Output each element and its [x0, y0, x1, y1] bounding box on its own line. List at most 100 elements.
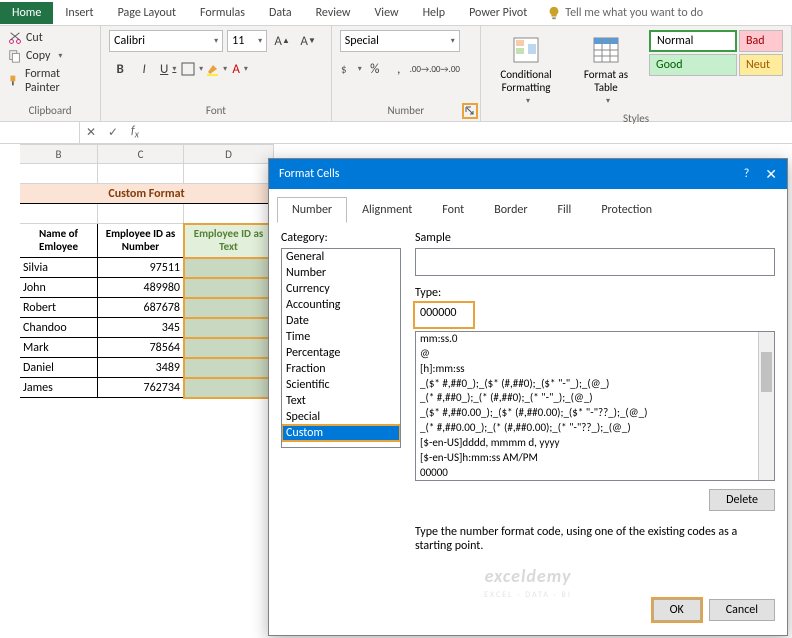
decrease-font-button[interactable]: A▼	[297, 30, 319, 52]
cell[interactable]: 78564	[98, 338, 184, 358]
cell[interactable]: 97511	[98, 258, 184, 278]
tab-insert[interactable]: Insert	[53, 2, 105, 24]
cancel-formula-button[interactable]: ✕	[80, 125, 102, 140]
cell[interactable]: Mark	[20, 338, 98, 358]
cell[interactable]: Silvia	[20, 258, 98, 278]
cell[interactable]	[20, 204, 98, 224]
cell[interactable]: John	[20, 278, 98, 298]
tab-view[interactable]: View	[363, 2, 411, 24]
dlgtab-font[interactable]: Font	[427, 197, 479, 223]
type-item[interactable]: _($* #,##0_);_($* (#,##0);_($* "-"_);_(@…	[416, 377, 774, 392]
increase-font-button[interactable]: A▲	[271, 30, 293, 52]
type-item[interactable]: 00000	[416, 466, 774, 481]
number-format-combo[interactable]: Special▾	[340, 30, 460, 52]
number-dialog-launcher[interactable]	[462, 103, 478, 119]
tab-review[interactable]: Review	[304, 2, 363, 24]
tab-formulas[interactable]: Formulas	[188, 2, 257, 24]
cell[interactable]	[184, 298, 274, 318]
cell[interactable]	[20, 164, 98, 184]
fx-button[interactable]: fx	[124, 124, 146, 140]
style-good[interactable]: Good	[649, 54, 737, 76]
category-item[interactable]: General	[282, 249, 400, 265]
delete-button[interactable]: Delete	[709, 489, 775, 511]
close-button[interactable]: ✕	[765, 166, 777, 183]
header-name[interactable]: Name of Emloyee	[20, 224, 98, 258]
bold-button[interactable]: B	[109, 58, 131, 80]
cell[interactable]: 762734	[98, 378, 184, 398]
tab-home[interactable]: Home	[0, 2, 53, 24]
copy-button[interactable]: Copy▾	[8, 48, 92, 64]
type-list[interactable]: mm:ss.0@[h]:mm:ss_($* #,##0_);_($* (#,##…	[415, 331, 775, 481]
cell[interactable]	[184, 318, 274, 338]
enter-formula-button[interactable]: ✓	[102, 125, 124, 140]
category-item[interactable]: Special	[282, 409, 400, 425]
cell[interactable]: 687678	[98, 298, 184, 318]
percent-button[interactable]: %	[364, 58, 386, 80]
cell[interactable]: 345	[98, 318, 184, 338]
style-neutral[interactable]: Neut	[739, 54, 783, 76]
type-item[interactable]: 000-00-0000	[416, 480, 774, 481]
dlgtab-number[interactable]: Number	[277, 197, 347, 223]
scrollbar-thumb[interactable]	[761, 352, 772, 392]
category-item[interactable]: Custom	[282, 425, 400, 441]
category-item[interactable]: Percentage	[282, 345, 400, 361]
tab-pagelayout[interactable]: Page Layout	[106, 2, 188, 24]
cell[interactable]: Robert	[20, 298, 98, 318]
category-item[interactable]: Date	[282, 313, 400, 329]
increase-decimal-button[interactable]: .00→.0	[412, 58, 434, 80]
category-item[interactable]: Time	[282, 329, 400, 345]
cell[interactable]	[184, 164, 274, 184]
comma-button[interactable]: ,	[388, 58, 410, 80]
cell[interactable]: 3489	[98, 358, 184, 378]
cell[interactable]: James	[20, 378, 98, 398]
tab-help[interactable]: Help	[411, 2, 458, 24]
cell[interactable]	[184, 278, 274, 298]
cut-button[interactable]: Cut	[8, 30, 92, 46]
type-item[interactable]: _(* #,##0_);_(* (#,##0);_(* "-"_);_(@_)	[416, 391, 774, 406]
fontcolor-button[interactable]: A▾	[229, 58, 251, 80]
col-header[interactable]: C	[98, 144, 184, 164]
cell[interactable]	[184, 258, 274, 278]
header-id-num[interactable]: Employee ID as Number	[98, 224, 184, 258]
cell[interactable]: Chandoo	[20, 318, 98, 338]
dlgtab-alignment[interactable]: Alignment	[347, 197, 427, 223]
category-list[interactable]: GeneralNumberCurrencyAccountingDateTimeP…	[281, 248, 401, 448]
name-box[interactable]	[0, 122, 80, 143]
cell[interactable]	[184, 338, 274, 358]
underline-button[interactable]: U▾	[157, 58, 179, 80]
style-bad[interactable]: Bad	[739, 30, 783, 52]
format-as-table-button[interactable]: Format as Table▾	[569, 30, 643, 110]
type-item[interactable]: mm:ss.0	[416, 332, 774, 347]
type-item[interactable]: @	[416, 347, 774, 362]
category-item[interactable]: Accounting	[282, 297, 400, 313]
fillcolor-button[interactable]: ▾	[205, 58, 227, 80]
type-item[interactable]: _(* #,##0.00_);_(* (#,##0.00);_(* "-"??_…	[416, 421, 774, 436]
category-item[interactable]: Number	[282, 265, 400, 281]
cell[interactable]	[184, 378, 274, 398]
cancel-button[interactable]: Cancel	[709, 599, 775, 621]
dialog-titlebar[interactable]: Format Cells ? ✕	[269, 159, 787, 189]
category-item[interactable]: Fraction	[282, 361, 400, 377]
cell[interactable]: Daniel	[20, 358, 98, 378]
border-button[interactable]: ▾	[181, 58, 203, 80]
ok-button[interactable]: OK	[653, 599, 701, 621]
col-header[interactable]: D	[184, 144, 274, 164]
type-item[interactable]: [h]:mm:ss	[416, 362, 774, 377]
cell[interactable]	[184, 204, 274, 224]
header-id-text[interactable]: Employee ID as Text	[184, 224, 274, 258]
cell-styles-gallery[interactable]: Normal Bad Good Neut	[649, 30, 783, 76]
tab-powerpivot[interactable]: Power Pivot	[457, 2, 539, 24]
dlgtab-border[interactable]: Border	[479, 197, 542, 223]
dlgtab-protection[interactable]: Protection	[586, 197, 667, 223]
category-item[interactable]: Scientific	[282, 377, 400, 393]
cell[interactable]	[98, 204, 184, 224]
category-item[interactable]: Currency	[282, 281, 400, 297]
formatpainter-button[interactable]: Format Painter	[8, 66, 92, 96]
category-item[interactable]: Text	[282, 393, 400, 409]
tellme-search[interactable]: Tell me what you want to do	[547, 6, 703, 20]
cell[interactable]: 489980	[98, 278, 184, 298]
italic-button[interactable]: I	[133, 58, 155, 80]
accounting-format-button[interactable]: $▾	[340, 58, 362, 80]
help-button[interactable]: ?	[744, 167, 750, 181]
style-normal[interactable]: Normal	[649, 30, 737, 52]
